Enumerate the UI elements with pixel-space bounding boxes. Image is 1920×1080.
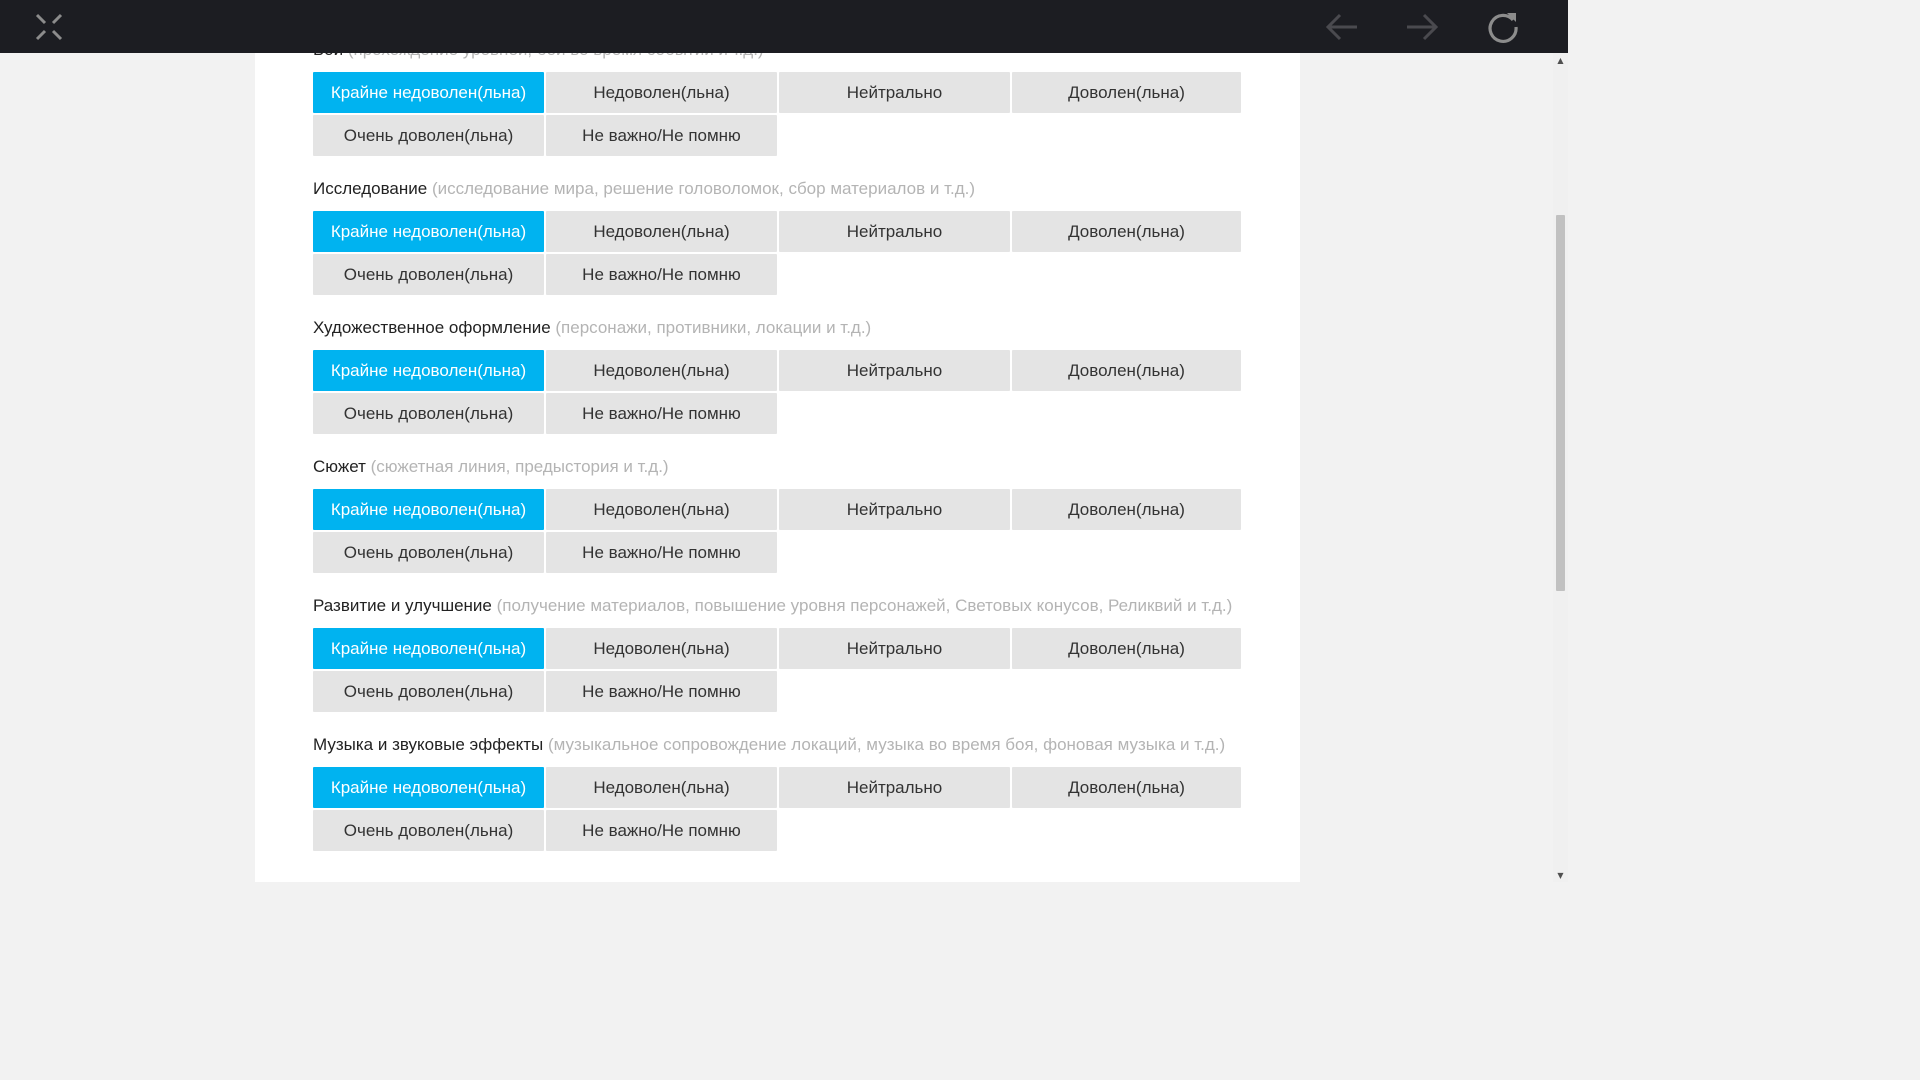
rating-option-button[interactable]: Недоволен(льна) bbox=[546, 489, 777, 530]
top-toolbar bbox=[0, 0, 1568, 53]
rating-option-button[interactable]: Очень доволен(льна) bbox=[313, 393, 544, 434]
question-label: Сюжет bbox=[313, 457, 366, 476]
rating-option-button[interactable]: Недоволен(льна) bbox=[546, 767, 777, 808]
rating-option-button[interactable]: Очень доволен(льна) bbox=[313, 115, 544, 156]
rating-option-button[interactable]: Нейтрально bbox=[779, 489, 1010, 530]
rating-option-button[interactable]: Крайне недоволен(льна) bbox=[313, 211, 544, 252]
scroll-down-arrow-icon[interactable]: ▼ bbox=[1553, 868, 1568, 882]
question-label: Развитие и улучшение bbox=[313, 596, 492, 615]
rating-option-button[interactable]: Доволен(льна) bbox=[1012, 489, 1241, 530]
survey-questions: Бой (прохождение уровней, бои во время с… bbox=[313, 53, 1243, 871]
question-label: Музыка и звуковые эффекты bbox=[313, 735, 544, 754]
rating-option-button[interactable]: Нейтрально bbox=[779, 628, 1010, 669]
question-title: Бой (прохождение уровней, бои во время с… bbox=[313, 53, 1243, 62]
question-hint: (исследование мира, решение головоломок,… bbox=[431, 179, 976, 198]
rating-option-button[interactable]: Не важно/Не помню bbox=[546, 115, 777, 156]
survey-question: Бой (прохождение уровней, бои во время с… bbox=[313, 53, 1243, 156]
rating-options: Крайне недоволен(льна) Недоволен(льна) Ней… bbox=[313, 211, 1243, 295]
rating-option-button[interactable]: Очень доволен(льна) bbox=[313, 254, 544, 295]
question-hint: (музыкальное сопровождение локаций, музы… bbox=[548, 735, 1226, 754]
rating-option-button[interactable]: Очень доволен(льна) bbox=[313, 810, 544, 851]
forward-button[interactable] bbox=[1395, 0, 1448, 53]
arrow-right-icon bbox=[1405, 13, 1439, 41]
question-label: Исследование bbox=[313, 179, 428, 198]
rating-option-button[interactable]: Не важно/Не помню bbox=[546, 810, 777, 851]
rating-options: Крайне недоволен(льна) Недоволен(льна) Ней… bbox=[313, 72, 1243, 156]
rating-option-button[interactable]: Доволен(льна) bbox=[1012, 628, 1241, 669]
rating-option-button[interactable]: Нейтрально bbox=[779, 767, 1010, 808]
survey-question: Сюжет (сюжетная линия, предыстория и т.д… bbox=[313, 454, 1243, 573]
scrollbar-thumb[interactable] bbox=[1556, 215, 1565, 591]
question-title: Исследование (исследование мира, решение… bbox=[313, 176, 1243, 201]
rating-option-button[interactable]: Недоволен(льна) bbox=[546, 211, 777, 252]
question-title: Музыка и звуковые эффекты (музыкальное с… bbox=[313, 732, 1243, 757]
rating-option-button[interactable]: Очень доволен(льна) bbox=[313, 532, 544, 573]
rating-option-button[interactable]: Доволен(льна) bbox=[1012, 350, 1241, 391]
reload-icon bbox=[1486, 10, 1520, 44]
rating-option-button[interactable]: Не важно/Не помню bbox=[546, 254, 777, 295]
survey-question: Музыка и звуковые эффекты (музыкальное с… bbox=[313, 732, 1243, 851]
question-hint: (сюжетная линия, предыстория и т.д.) bbox=[370, 457, 669, 476]
reload-button[interactable] bbox=[1476, 0, 1529, 53]
rating-option-button[interactable]: Недоволен(льна) bbox=[546, 628, 777, 669]
survey-question: Художественное оформление (персонажи, пр… bbox=[313, 315, 1243, 434]
rating-option-button[interactable]: Недоволен(льна) bbox=[546, 72, 777, 113]
page-viewport: Бой (прохождение уровней, бои во время с… bbox=[0, 53, 1568, 882]
rating-option-button[interactable]: Недоволен(льна) bbox=[546, 350, 777, 391]
scroll-up-arrow-icon[interactable]: ▲ bbox=[1553, 53, 1568, 67]
rating-option-button[interactable]: Нейтрально bbox=[779, 211, 1010, 252]
question-title: Развитие и улучшение (получение материал… bbox=[313, 593, 1243, 618]
question-label: Бой bbox=[313, 53, 343, 59]
rating-option-button[interactable]: Крайне недоволен(льна) bbox=[313, 489, 544, 530]
close-button[interactable] bbox=[22, 0, 75, 53]
scrollbar[interactable]: ▲ ▼ bbox=[1553, 53, 1568, 882]
question-hint: (прохождение уровней, бои во время событ… bbox=[348, 53, 764, 59]
rating-option-button[interactable]: Не важно/Не помню bbox=[546, 532, 777, 573]
rating-option-button[interactable]: Доволен(льна) bbox=[1012, 211, 1241, 252]
rating-option-button[interactable]: Не важно/Не помню bbox=[546, 671, 777, 712]
rating-option-button[interactable]: Крайне недоволен(льна) bbox=[313, 628, 544, 669]
question-title: Художественное оформление (персонажи, пр… bbox=[313, 315, 1243, 340]
rating-option-button[interactable]: Крайне недоволен(льна) bbox=[313, 767, 544, 808]
rating-option-button[interactable]: Доволен(льна) bbox=[1012, 72, 1241, 113]
rating-option-button[interactable]: Очень доволен(льна) bbox=[313, 671, 544, 712]
rating-option-button[interactable]: Доволен(льна) bbox=[1012, 767, 1241, 808]
question-hint: (получение материалов, повышение уровня … bbox=[496, 596, 1233, 615]
survey-question: Развитие и улучшение (получение материал… bbox=[313, 593, 1243, 712]
back-button[interactable] bbox=[1315, 0, 1368, 53]
survey-question: Исследование (исследование мира, решение… bbox=[313, 176, 1243, 295]
rating-option-button[interactable]: Не важно/Не помню bbox=[546, 393, 777, 434]
rating-options: Крайне недоволен(льна) Недоволен(льна) Ней… bbox=[313, 350, 1243, 434]
survey-panel: Бой (прохождение уровней, бои во время с… bbox=[255, 53, 1300, 882]
rating-option-button[interactable]: Крайне недоволен(льна) bbox=[313, 350, 544, 391]
question-label: Художественное оформление bbox=[313, 318, 551, 337]
rating-options: Крайне недоволен(льна) Недоволен(льна) Ней… bbox=[313, 767, 1243, 851]
rating-option-button[interactable]: Нейтрально bbox=[779, 72, 1010, 113]
rating-option-button[interactable]: Крайне недоволен(льна) bbox=[313, 72, 544, 113]
close-x-icon bbox=[33, 11, 65, 43]
question-title: Сюжет (сюжетная линия, предыстория и т.д… bbox=[313, 454, 1243, 479]
arrow-left-icon bbox=[1325, 13, 1359, 41]
rating-options: Крайне недоволен(льна) Недоволен(льна) Ней… bbox=[313, 628, 1243, 712]
question-hint: (персонажи, противники, локации и т.д.) bbox=[555, 318, 872, 337]
rating-options: Крайне недоволен(льна) Недоволен(льна) Ней… bbox=[313, 489, 1243, 573]
rating-option-button[interactable]: Нейтрально bbox=[779, 350, 1010, 391]
